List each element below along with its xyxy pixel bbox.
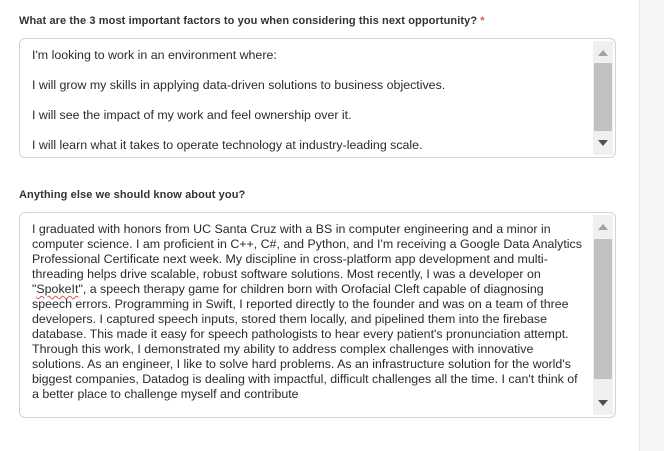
answer-text-part: ", a speech therapy game for children bo… — [32, 282, 578, 401]
required-marker: * — [480, 15, 485, 27]
question-label-text: What are the 3 most important factors to… — [19, 15, 478, 27]
about-you-scrollbar[interactable] — [593, 215, 613, 415]
scroll-down-arrow-icon[interactable] — [593, 393, 613, 413]
question-label-about-you: Anything else we should know about you? — [19, 189, 245, 201]
scroll-thumb[interactable] — [594, 239, 612, 379]
answer-paragraph: I will grow my skills in applying data-d… — [32, 78, 446, 92]
scroll-down-arrow-icon[interactable] — [593, 133, 613, 153]
page-scroll-track[interactable] — [639, 0, 664, 451]
about-you-answer: I graduated with honors from UC Santa Cr… — [32, 213, 587, 402]
scroll-up-arrow-icon[interactable] — [593, 43, 613, 63]
factors-answer: I'm looking to work in an environment wh… — [32, 39, 587, 157]
answer-paragraph: I will learn what it takes to operate te… — [32, 138, 423, 152]
about-you-textarea[interactable]: I graduated with honors from UC Santa Cr… — [19, 212, 616, 418]
scroll-up-arrow-icon[interactable] — [593, 217, 613, 237]
scroll-thumb[interactable] — [594, 63, 612, 131]
question-label-factors: What are the 3 most important factors to… — [19, 15, 485, 27]
question-label-text: Anything else we should know about you? — [19, 189, 246, 201]
factors-scrollbar[interactable] — [593, 41, 613, 155]
answer-paragraph: I will see the impact of my work and fee… — [32, 108, 352, 122]
misspelled-word: SpokeIt — [36, 282, 79, 296]
answer-paragraph: I'm looking to work in an environment wh… — [32, 48, 277, 62]
factors-textarea[interactable]: I'm looking to work in an environment wh… — [19, 38, 616, 158]
application-form: What are the 3 most important factors to… — [0, 0, 664, 451]
